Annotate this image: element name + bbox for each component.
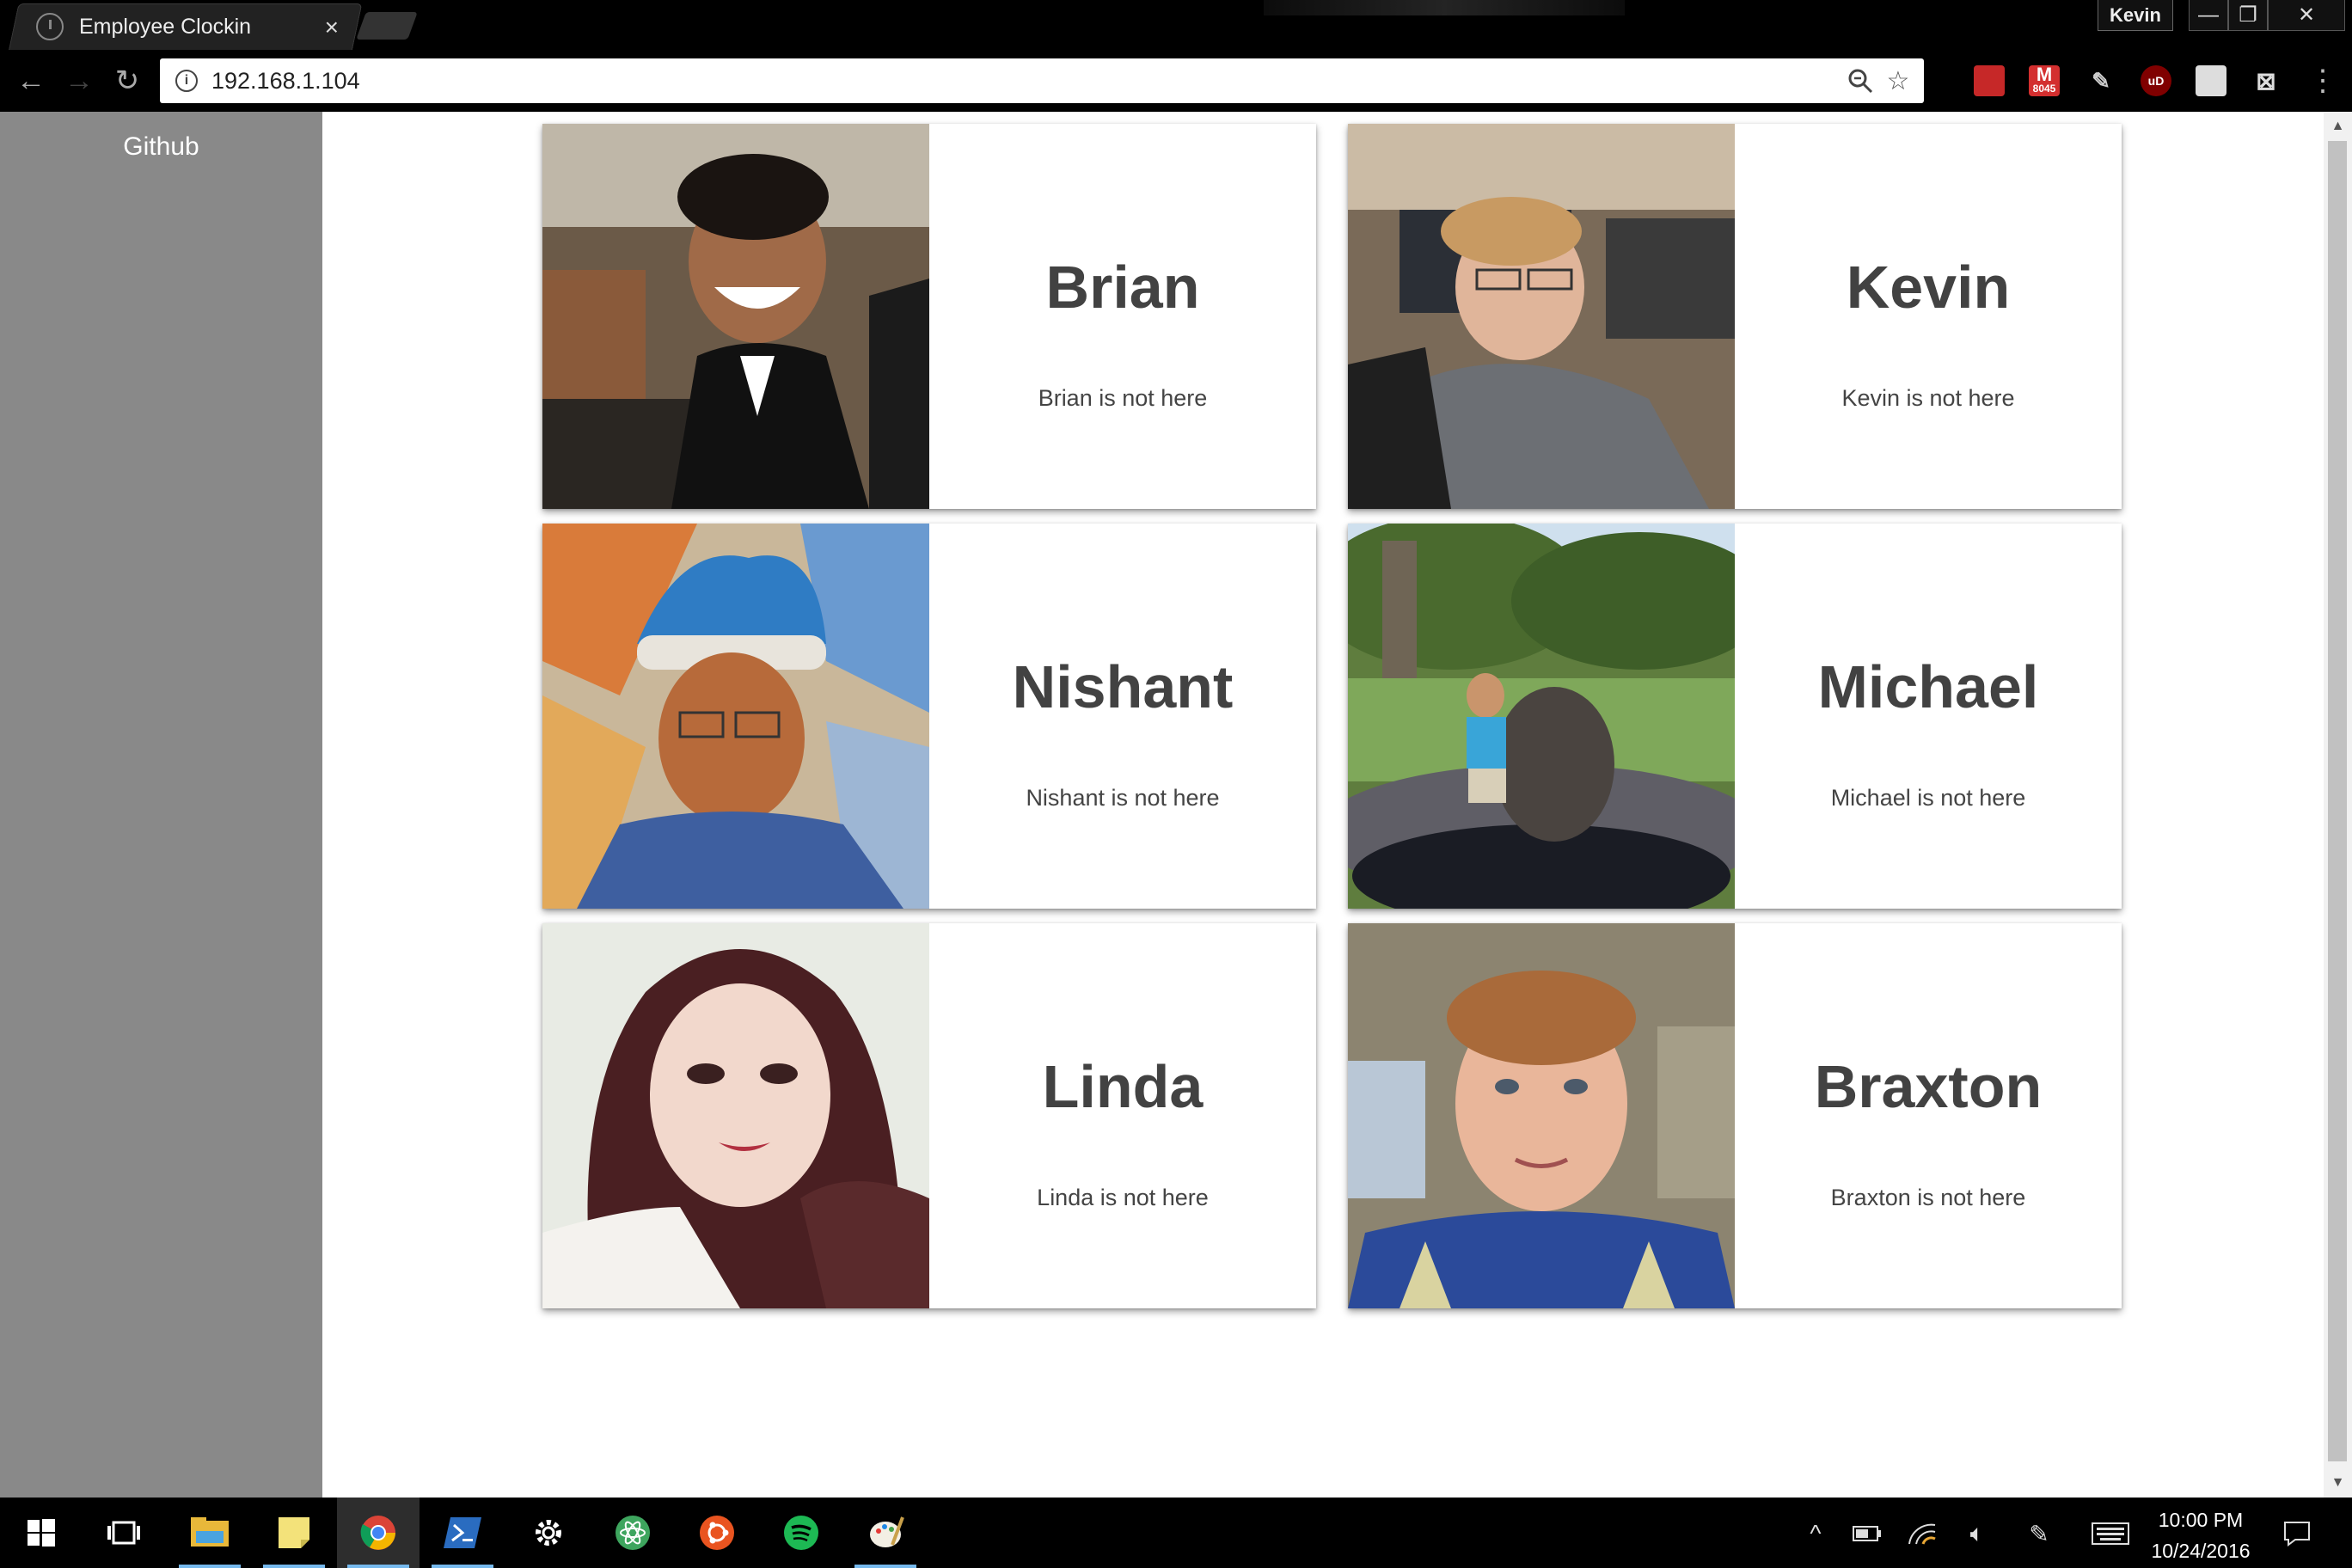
running-indicator: [263, 1565, 325, 1568]
employee-name: Braxton: [1814, 1053, 2043, 1120]
running-indicator: [179, 1565, 241, 1568]
employee-status: Brian is not here: [1038, 385, 1208, 411]
windows-start-icon[interactable]: [0, 1498, 83, 1568]
employee-card-braxton[interactable]: Braxton Braxton is not here: [1348, 923, 2122, 1308]
bookmark-extension-icon[interactable]: [1974, 65, 2005, 96]
pen-workspace-icon[interactable]: ✎: [2022, 1518, 2056, 1549]
tab-title: Employee Clockin: [79, 14, 252, 39]
zoom-icon[interactable]: [1845, 65, 1876, 96]
powershell-icon[interactable]: [421, 1498, 504, 1568]
pen-extension-icon[interactable]: ✎: [2086, 65, 2116, 96]
page-scrollbar[interactable]: ▲ ▼: [2324, 112, 2352, 1498]
atom-icon[interactable]: [591, 1498, 674, 1568]
url-text[interactable]: 192.168.1.104: [211, 68, 360, 95]
paint-icon[interactable]: [844, 1498, 927, 1568]
restore-button[interactable]: ❐: [2228, 0, 2268, 31]
employee-name: Kevin: [1846, 254, 2011, 321]
browser-titlebar: Employee Clockin × Kevin — ❐ ✕: [0, 0, 2352, 50]
browser-tab[interactable]: Employee Clockin ×: [22, 3, 349, 50]
wifi-icon[interactable]: [1905, 1518, 1939, 1549]
back-arrow-icon[interactable]: ←: [12, 62, 50, 100]
forward-arrow-icon[interactable]: →: [60, 62, 98, 100]
employee-status: Michael is not here: [1830, 785, 2026, 811]
settings-icon[interactable]: [507, 1498, 590, 1568]
clock-date: 10/24/2016: [2151, 1540, 2251, 1562]
browser-toolbar: ← → ↻ i 192.168.1.104 ☆ M 8045 ✎ uD ⊠ ⋮: [0, 50, 2352, 112]
sidebar: Github: [0, 112, 322, 1498]
employee-card-linda[interactable]: Linda Linda is not here: [542, 923, 1316, 1308]
mail-badge: 8045: [2032, 83, 2056, 95]
address-bar[interactable]: i 192.168.1.104 ☆: [160, 58, 1924, 103]
employee-photo: [1348, 124, 1735, 509]
scroll-up-arrow-icon[interactable]: ▲: [2324, 113, 2352, 139]
reload-icon[interactable]: ↻: [108, 62, 146, 100]
running-indicator: [347, 1565, 409, 1568]
employee-card-nishant[interactable]: Nishant Nishant is not here: [542, 524, 1316, 909]
employee-photo: [542, 124, 929, 509]
employee-status: Linda is not here: [1037, 1185, 1209, 1210]
employee-status: Kevin is not here: [1841, 385, 2015, 411]
battery-icon[interactable]: [1850, 1518, 1884, 1549]
running-indicator: [854, 1565, 916, 1568]
ublock-icon[interactable]: uD: [2141, 65, 2171, 96]
sticky-notes-icon[interactable]: [253, 1498, 335, 1568]
notification-center-icon[interactable]: [2280, 1518, 2314, 1549]
mail-icon: M: [2036, 64, 2053, 85]
scroll-down-arrow-icon[interactable]: ▼: [2324, 1470, 2352, 1496]
running-indicator: [432, 1565, 493, 1568]
employee-card-michael[interactable]: Michael Michael is not here: [1348, 524, 2122, 909]
close-window-button[interactable]: ✕: [2268, 0, 2345, 31]
employee-name: Linda: [1042, 1053, 1204, 1120]
new-tab-button[interactable]: [356, 12, 418, 40]
employee-card-brian[interactable]: Brian Brian is not here: [542, 124, 1316, 509]
info-icon[interactable]: i: [175, 70, 198, 92]
chrome-icon[interactable]: [337, 1498, 420, 1568]
gmail-extension-icon[interactable]: M 8045: [2029, 65, 2060, 96]
employee-photo: [542, 923, 929, 1308]
chevron-up-icon[interactable]: ^: [1798, 1518, 1833, 1549]
file-explorer-icon[interactable]: [168, 1498, 251, 1568]
profile-button[interactable]: Kevin: [2098, 0, 2173, 31]
clock-favicon-icon: [36, 13, 64, 40]
menu-dots-icon[interactable]: ⋮: [2308, 64, 2337, 98]
employee-status: Braxton is not here: [1830, 1185, 2026, 1210]
employee-card-kevin[interactable]: Kevin Kevin is not here: [1348, 124, 2122, 509]
wallpaper-logo: [1264, 0, 1625, 15]
employee-status: Nishant is not here: [1026, 785, 1220, 811]
task-view-icon[interactable]: [83, 1498, 165, 1568]
employee-photo: [542, 524, 929, 909]
employee-photo: [1348, 524, 1735, 909]
clock-time: 10:00 PM: [2158, 1509, 2244, 1531]
employee-name: Brian: [1045, 254, 1200, 321]
keyboard-icon[interactable]: [2089, 1518, 2132, 1549]
main-content: Brian Brian is not here Kevin Kevin is n…: [322, 112, 2324, 1498]
employee-name: Nishant: [1012, 653, 1234, 720]
windows-taskbar: ^ 🔈︎ ✎ 10:00 PM 10/24/2016: [0, 1498, 2352, 1568]
tab-close-icon[interactable]: ×: [325, 14, 339, 41]
employee-photo: [1348, 923, 1735, 1308]
employee-name: Michael: [1817, 653, 2039, 720]
spotify-icon[interactable]: [760, 1498, 842, 1568]
taskbar-clock[interactable]: 10:00 PM 10/24/2016: [2141, 1504, 2261, 1566]
minimize-button[interactable]: —: [2189, 0, 2228, 31]
github-link[interactable]: Github: [0, 132, 322, 162]
volume-icon[interactable]: 🔈︎: [1960, 1518, 1994, 1549]
bookmark-star-icon[interactable]: ☆: [1883, 65, 1914, 96]
cast-extension-icon[interactable]: ⊠: [2251, 65, 2282, 96]
ubuntu-icon[interactable]: [676, 1498, 758, 1568]
extension-icon[interactable]: [2196, 65, 2226, 96]
scroll-thumb[interactable]: [2328, 141, 2347, 1461]
